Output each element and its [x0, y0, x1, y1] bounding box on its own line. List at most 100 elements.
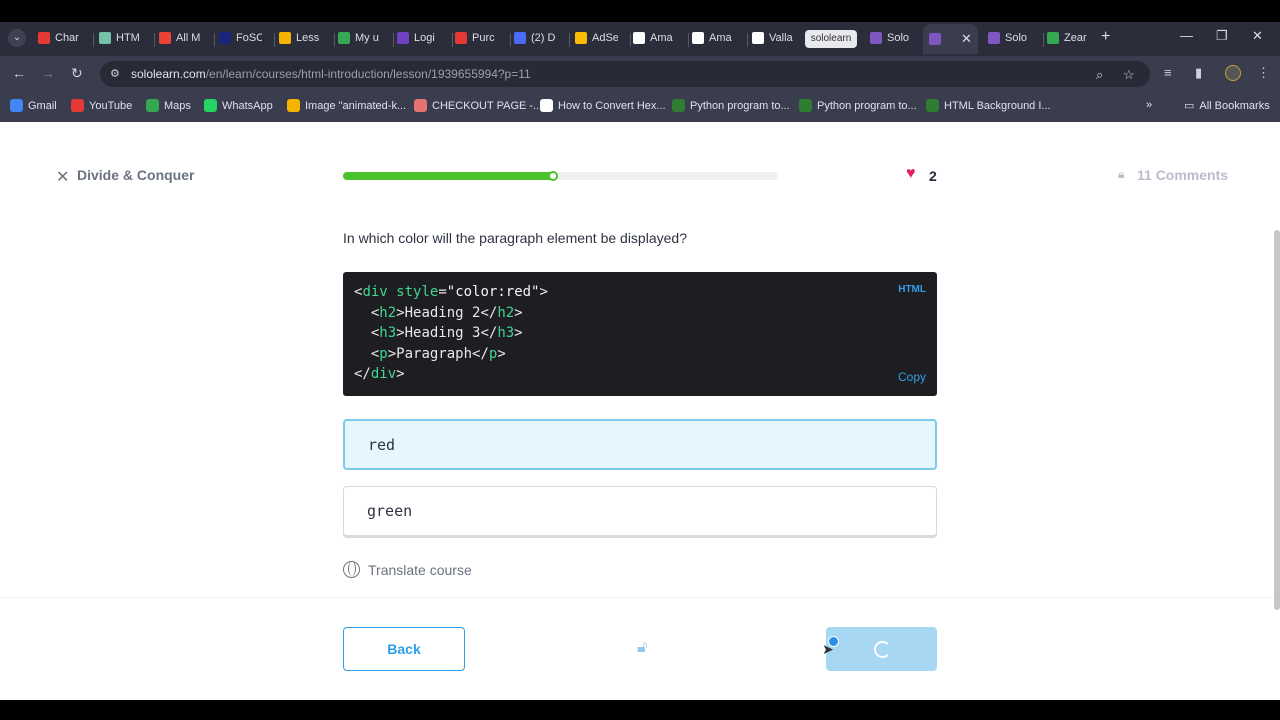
question-text: In which color will the paragraph elemen… [343, 230, 687, 246]
tab-favicon-icon [752, 32, 764, 44]
bookmark-favicon-icon [540, 99, 553, 112]
close-lesson-icon[interactable]: ✕ [56, 167, 69, 187]
browser-tab[interactable]: All M [159, 26, 202, 50]
bookmark-label: WhatsApp [222, 99, 273, 112]
zoom-icon[interactable]: ⌕ [1096, 67, 1103, 83]
tab-separator [510, 33, 511, 47]
tab-label: Char [55, 32, 79, 44]
browser-tab[interactable]: My u [338, 26, 381, 50]
close-window-icon[interactable]: ✕ [1252, 28, 1263, 44]
browser-tab[interactable]: AdSe [575, 26, 618, 50]
bookmark-favicon-icon [799, 99, 812, 112]
tab-separator [630, 33, 631, 47]
new-tab-icon[interactable]: + [1101, 28, 1110, 46]
bookmark-favicon-icon [146, 99, 159, 112]
bookmark-favicon-icon [10, 99, 23, 112]
bookmark-item[interactable]: WhatsApp [204, 99, 273, 112]
tab-group-chip[interactable]: sololearn [805, 30, 857, 48]
browser-tab[interactable]: Char [38, 26, 81, 50]
back-arrow-icon[interactable]: ← [12, 65, 26, 81]
lock-icon: 🔒︎ [1118, 167, 1125, 181]
tab-separator [334, 33, 335, 47]
tab-search-icon[interactable]: ⌄ [8, 29, 26, 47]
progress-fill [343, 172, 557, 180]
heart-icon: ♥ [906, 165, 916, 182]
bookmark-label: HTML Background I... [944, 99, 1051, 112]
bookmark-favicon-icon [287, 99, 300, 112]
lesson-page: ✕ Divide & Conquer ♥ 2 🔒︎ 11 Comments In… [0, 122, 1280, 700]
tab-favicon-icon [870, 32, 882, 44]
browser-tab[interactable]: Ama [633, 26, 676, 50]
browser-tab[interactable]: Purc [455, 26, 498, 50]
url-text[interactable]: sololearn.com/en/learn/courses/html-intr… [131, 67, 531, 81]
tab-label: Valla [769, 32, 793, 44]
browser-tab[interactable]: (2) D [514, 26, 557, 50]
tab-close-icon[interactable]: ✕ [961, 31, 972, 47]
tab-label: FoSC [236, 32, 262, 44]
bookmark-item[interactable]: Gmail [10, 99, 57, 112]
option-label: red [368, 436, 396, 454]
unlock-icon[interactable]: 🔓︎ [637, 639, 647, 657]
copy-code-button[interactable]: Copy [898, 370, 926, 384]
translate-course-link[interactable]: Translate course [368, 562, 472, 578]
browser-tab[interactable]: Logi [397, 26, 440, 50]
globe-icon[interactable] [343, 561, 360, 578]
bookmark-item[interactable]: Image "animated-k... [287, 99, 406, 112]
profile-avatar[interactable] [1225, 65, 1241, 81]
bookmark-label: Gmail [28, 99, 57, 112]
bookmark-star-icon[interactable]: ☆ [1123, 67, 1135, 83]
media-icon[interactable]: ≡ [1164, 65, 1172, 80]
footer-divider [0, 597, 1280, 598]
browser-tab[interactable]: Solo [870, 26, 913, 50]
code-content: <div style="color:red"> <h2>Heading 2</h… [354, 284, 548, 383]
tab-label: Zear [1064, 32, 1087, 44]
tab-label: (2) D [531, 32, 556, 44]
browser-tab[interactable]: Zear [1047, 26, 1090, 50]
tab-label: Ama [709, 32, 732, 44]
browser-tab[interactable]: Ama [692, 26, 735, 50]
bookmark-item[interactable]: Python program to... [672, 99, 790, 112]
back-button[interactable]: Back [343, 627, 465, 671]
browser-tab[interactable]: HTM [99, 26, 142, 50]
bookmark-item[interactable]: Maps [146, 99, 191, 112]
bookmark-item[interactable]: YouTube [71, 99, 132, 112]
browser-tab[interactable]: ✕ [923, 24, 978, 54]
tab-label: AdSe [592, 32, 618, 44]
answer-option-red[interactable]: red [343, 419, 937, 470]
continue-button[interactable] [826, 627, 937, 671]
top-letterbox [0, 0, 1280, 22]
bookmark-favicon-icon [672, 99, 685, 112]
bookmark-item[interactable]: How to Convert Hex... [540, 99, 666, 112]
tab-favicon-icon [514, 32, 526, 44]
tab-separator [569, 33, 570, 47]
browser-tab[interactable]: Less [279, 26, 322, 50]
tab-separator [214, 33, 215, 47]
restore-icon[interactable]: ❐ [1216, 28, 1228, 44]
bookmark-item[interactable]: HTML Background I... [926, 99, 1051, 112]
tab-separator [747, 33, 748, 47]
site-settings-icon[interactable]: ⚙ [110, 68, 122, 80]
bookmark-item[interactable]: Python program to... [799, 99, 917, 112]
progress-knob [548, 171, 559, 181]
tab-label: Purc [472, 32, 495, 44]
bookmark-item[interactable]: CHECKOUT PAGE -... [414, 99, 542, 112]
omnibox[interactable]: ⚙ sololearn.com/en/learn/courses/html-in… [100, 61, 1150, 87]
tab-favicon-icon [99, 32, 111, 44]
more-bookmarks-icon[interactable]: » [1146, 99, 1152, 111]
forward-arrow-icon[interactable]: → [41, 65, 55, 81]
browser-tab[interactable]: Valla [752, 26, 795, 50]
url-domain: sololearn.com [131, 67, 206, 81]
browser-tab[interactable]: Solo [988, 26, 1031, 50]
all-bookmarks[interactable]: ▭ All Bookmarks [1184, 99, 1270, 113]
answer-option-green[interactable]: green [343, 486, 937, 536]
minimize-icon[interactable]: — [1180, 28, 1193, 43]
menu-dots-icon[interactable]: ⋮ [1257, 65, 1270, 81]
tab-separator [1043, 33, 1044, 47]
page-scrollbar[interactable] [1274, 230, 1280, 610]
tab-separator [688, 33, 689, 47]
browser-tab[interactable]: FoSC [219, 26, 262, 50]
side-panel-icon[interactable]: ▮ [1195, 65, 1202, 81]
tab-favicon-icon [929, 33, 941, 45]
comments-link[interactable]: 11 Comments [1137, 167, 1228, 183]
reload-icon[interactable]: ↻ [71, 65, 83, 82]
